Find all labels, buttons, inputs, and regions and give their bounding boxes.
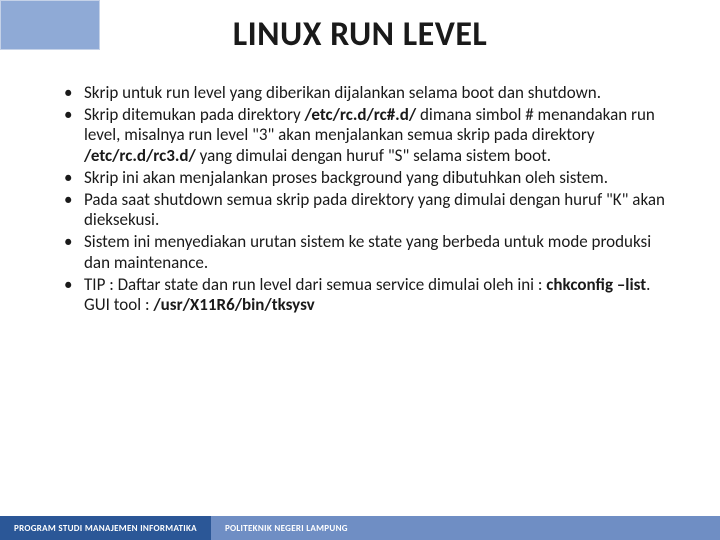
bullet-item: TIP : Daftar state dan run level dari se… [60,275,672,316]
content-area: Skrip untuk run level yang diberikan dij… [60,83,672,316]
bold-command: chkconfig –list [546,274,646,295]
bold-path: /usr/X11R6/bin/tksysv [153,294,314,315]
slide-title: LINUX RUN LEVEL [0,0,720,55]
bullet-item: Sistem ini menyediakan urutan sistem ke … [60,232,672,273]
bullet-item: Skrip ditemukan pada direktory /etc/rc.d… [60,105,672,167]
footer-program-label: PROGRAM STUDI MANAJEMEN INFORMATIKA [0,516,211,540]
bold-path: /etc/rc.d/rc#.d/ [305,104,417,125]
bullet-item: Pada saat shutdown semua skrip pada dire… [60,190,672,231]
bullet-item: Skrip untuk run level yang diberikan dij… [60,83,672,104]
header-decoration-block [0,0,100,50]
text-segment: TIP : Daftar state dan run level dari se… [84,274,546,295]
bullet-list: Skrip untuk run level yang diberikan dij… [60,83,672,316]
bullet-item: Skrip ini akan menjalankan proses backgr… [60,168,672,189]
footer-institution-label: POLITEKNIK NEGERI LAMPUNG [211,516,720,540]
bold-path: /etc/rc.d/rc3.d/ [84,145,196,166]
footer-bar: PROGRAM STUDI MANAJEMEN INFORMATIKA POLI… [0,516,720,540]
text-segment: yang dimulai dengan huruf "S" selama sis… [196,145,551,166]
text-segment: Skrip ditemukan pada direktory [84,104,305,125]
